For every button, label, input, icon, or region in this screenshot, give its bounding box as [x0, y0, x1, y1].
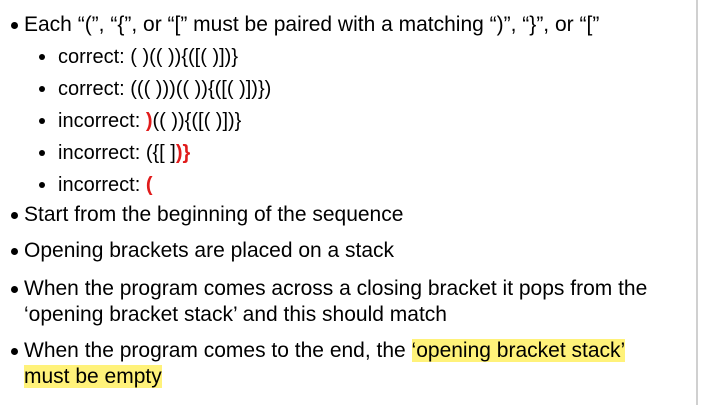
sub-bullet-dot — [39, 54, 45, 60]
example-prefix: incorrect: — [58, 110, 146, 132]
bullet-end-line2: must be empty — [24, 364, 162, 390]
highlighted-empty-text: must be empty — [24, 365, 162, 388]
bullet-push: Opening brackets are placed on a stack — [24, 239, 395, 262]
example-sequence-start: ({[ ] — [145, 142, 176, 164]
sub-bullet-dot — [39, 182, 45, 188]
bullet-pop-line1: When the program comes across a closing … — [24, 277, 648, 300]
bullet-end-line1: When the program comes to the end, the ‘… — [24, 338, 626, 364]
example-incorrect-1: incorrect: )(( )){([( )])} — [58, 108, 241, 134]
sub-bullet-dot — [39, 150, 45, 156]
bullet-pop-line2: ‘opening bracket stack’ and this should … — [24, 303, 447, 326]
end-plain-text: When the program comes to the end, the — [24, 339, 412, 362]
example-prefix: incorrect: — [58, 174, 146, 196]
example-sequence: ((( )))(( )){([( )])}) — [130, 78, 272, 100]
example-incorrect-2: incorrect: ({[ ])} — [58, 140, 190, 166]
bullet-pairing-rule: Each “(”, “{”, or “[” must be paired wit… — [24, 13, 600, 36]
example-prefix: incorrect: — [58, 142, 146, 164]
example-sequence: ( )(( )){([( )])} — [130, 46, 238, 68]
slide: { "slide": { "b1": "Each “(”, “{”, or “[… — [0, 0, 703, 405]
sub-bullet-dot — [39, 118, 45, 124]
example-sequence: (( )){([( )])} — [152, 110, 242, 132]
bullet-dot — [11, 348, 18, 355]
bullet-dot — [11, 22, 18, 29]
error-bracket: )} — [175, 142, 191, 164]
bullet-dot — [11, 248, 18, 255]
example-correct-2: correct: ((( )))(( )){([( )])}) — [58, 76, 271, 102]
right-edge-divider — [696, 0, 698, 405]
error-bracket: ( — [145, 174, 153, 196]
example-prefix: correct: — [58, 78, 131, 100]
bullet-start: Start from the beginning of the sequence — [24, 203, 404, 226]
bullet-dot — [11, 212, 18, 219]
bullet-dot — [11, 286, 18, 293]
example-incorrect-3: incorrect: ( — [58, 172, 152, 198]
sub-bullet-dot — [39, 86, 45, 92]
example-correct-1: correct: ( )(( )){([( )])} — [58, 44, 238, 70]
example-prefix: correct: — [58, 46, 131, 68]
highlighted-stack-name: ‘opening bracket stack’ — [411, 339, 626, 362]
